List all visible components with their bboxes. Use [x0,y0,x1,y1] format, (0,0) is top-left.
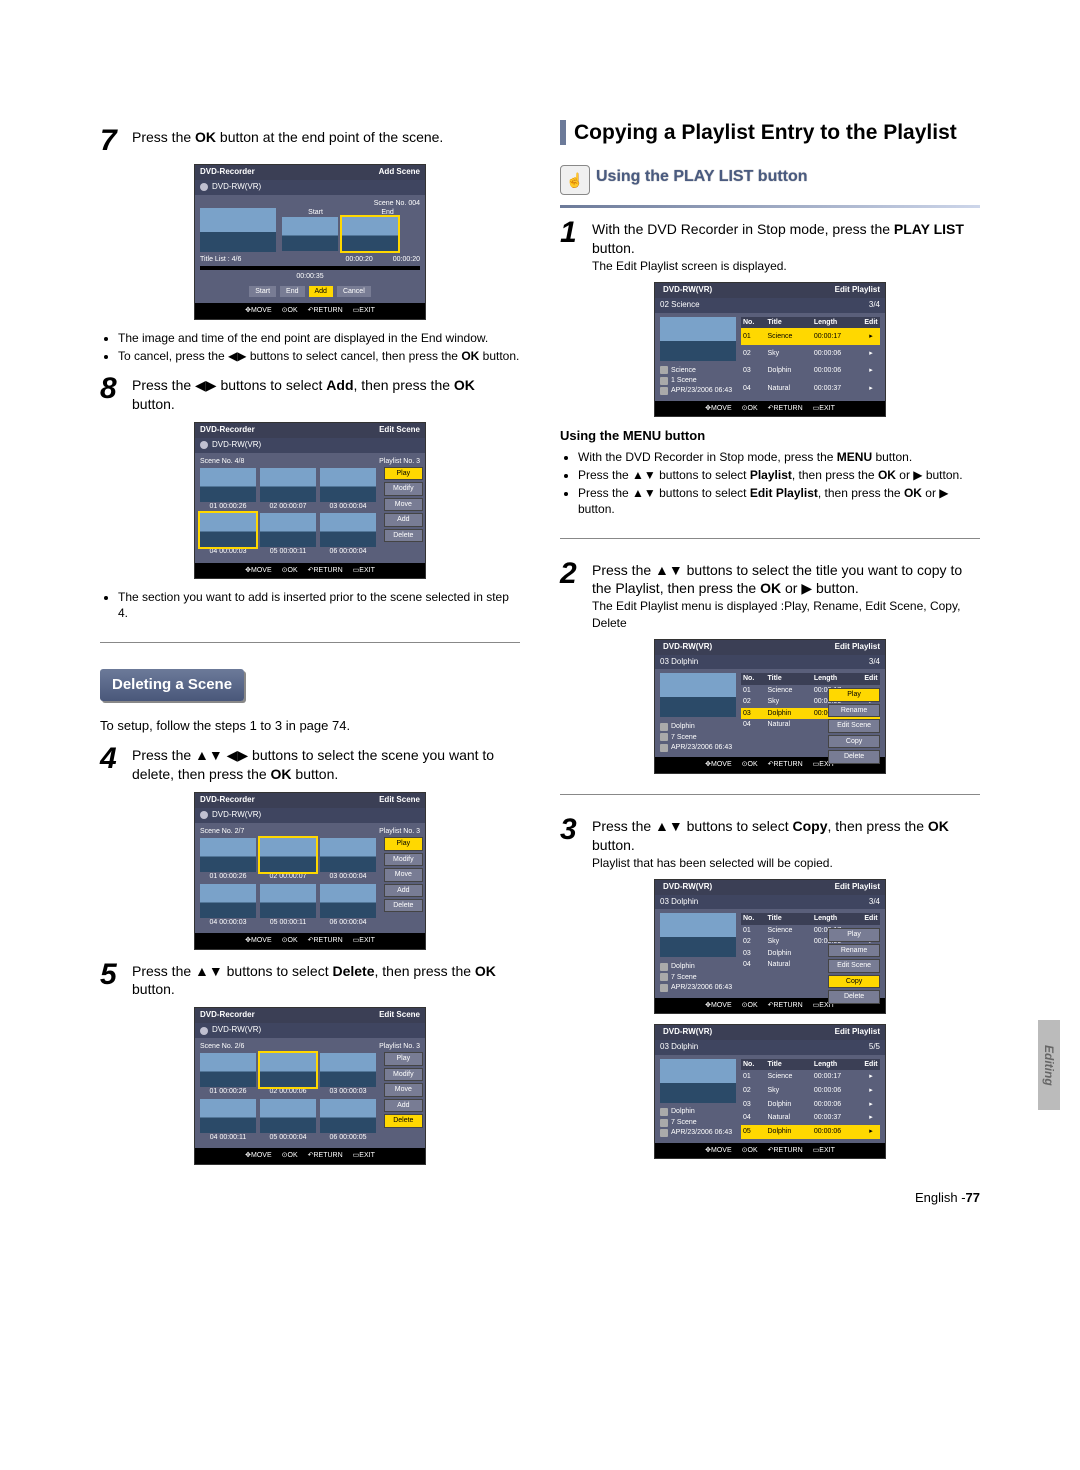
dvd-screen-playlist-2: DVD-RW(VR)Edit Playlist 03 Dolphin3/4 Do… [654,639,886,774]
divider [100,642,520,643]
dvd-screen-playlist-1: DVD-RW(VR)Edit Playlist 02 Science3/4 Sc… [654,282,886,417]
right-step-2: 2 Press the ▲▼ buttons to select the tit… [560,559,980,631]
dvd-screen-edit-scene-8: DVD-RecorderEdit Scene DVD-RW(VR) Scene … [194,422,426,579]
subheading-row: ☝ Using the PLAY LIST button [560,165,980,195]
dvd-screen-playlist-3b: DVD-RW(VR)Edit Playlist 03 Dolphin5/5 Do… [654,1024,886,1159]
left-column: 7 Press the OK button at the end point o… [100,120,520,1207]
disc-icon [200,183,208,191]
step-5: 5 Press the ▲▼ buttons to select Delete,… [100,960,520,1000]
right-step-1: 1 With the DVD Recorder in Stop mode, pr… [560,218,980,274]
subheading: Using the PLAY LIST button [596,166,808,188]
dvd-screen-edit-scene-4: DVD-RecorderEdit Scene DVD-RW(VR) Scene … [194,792,426,949]
dvd-screen-playlist-3a: DVD-RW(VR)Edit Playlist 03 Dolphin3/4 Do… [654,879,886,1014]
hand-icon: ☝ [560,165,590,195]
step-7: 7 Press the OK button at the end point o… [100,126,520,156]
right-step-3: 3 Press the ▲▼ buttons to select Copy, t… [560,815,980,871]
menu-subheading: Using the MENU button [560,427,980,445]
dvd-screen-add-scene: DVD-RecorderAdd Scene DVD-RW(VR) Scene N… [194,164,426,320]
manual-page: Editing 7 Press the OK button at the end… [100,120,980,1207]
gradient-rule [560,205,980,208]
dvd-screen-edit-scene-5: DVD-RecorderEdit Scene DVD-RW(VR) Scene … [194,1007,426,1164]
side-tab: Editing [1038,1020,1060,1110]
disc-icon [200,441,208,449]
step-8: 8 Press the ◀▶ buttons to select Add, th… [100,374,520,414]
step-7-notes: The image and time of the end point are … [118,330,520,364]
step-text: Press the OK button at the end point of … [132,126,520,156]
delete-intro: To setup, follow the steps 1 to 3 in pag… [100,717,520,735]
menu-bullets: With the DVD Recorder in Stop mode, pres… [578,449,980,518]
right-column: Copying a Playlist Entry to the Playlist… [560,120,980,1207]
section-heading-delete: Deleting a Scene [100,669,244,701]
page-footer: English -77 [560,1189,980,1207]
page-heading: Copying a Playlist Entry to the Playlist [560,120,980,145]
step-8-notes: The section you want to add is inserted … [118,589,520,621]
step-4: 4 Press the ▲▼ ◀▶ buttons to select the … [100,744,520,784]
step-number: 7 [100,126,124,156]
